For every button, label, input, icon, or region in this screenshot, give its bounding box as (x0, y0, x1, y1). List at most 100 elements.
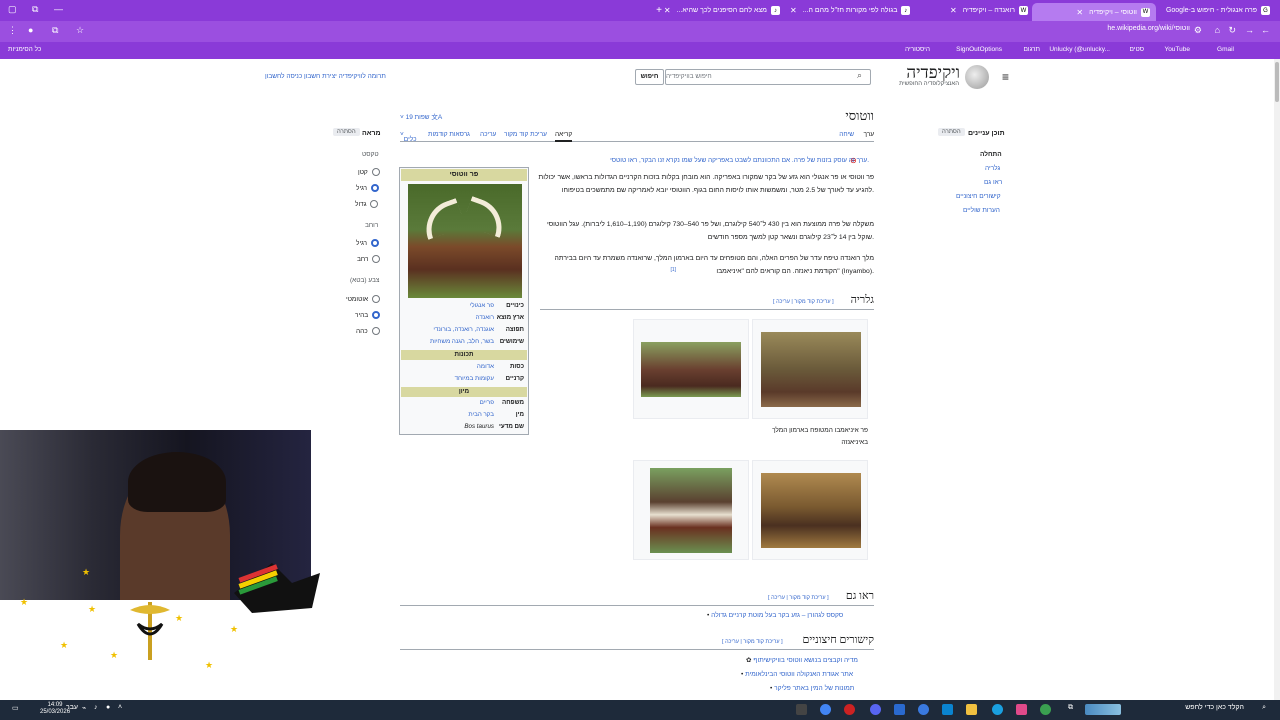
infobox-image[interactable] (408, 184, 522, 298)
infobox-value[interactable]: אוגנדה, רואנדה, בורונדי (433, 326, 494, 333)
personal-links[interactable]: תרומה לוויקיפדיה יצירת חשבון כניסה לחשבו… (265, 73, 386, 80)
toc-item-gallery[interactable]: גלריה (985, 165, 1000, 172)
infobox-value[interactable]: פריים (480, 399, 494, 406)
chrome-icon[interactable] (820, 704, 831, 715)
close-icon[interactable]: ✕ (664, 6, 671, 15)
minimize-icon[interactable]: — (54, 4, 63, 14)
bookmark-unlucky[interactable]: Unlucky (@unlucky... (1049, 46, 1110, 53)
width-wide[interactable]: רחב (357, 255, 381, 263)
app-icon[interactable] (1016, 704, 1027, 715)
width-standard[interactable]: רגיל (356, 239, 380, 247)
back-icon[interactable]: ← (1261, 25, 1270, 35)
main-menu-icon[interactable]: ≡ (1002, 70, 1009, 84)
close-icon[interactable]: ✕ (950, 6, 957, 15)
scrollbar-thumb[interactable] (1275, 62, 1279, 102)
toc-hide-button[interactable]: הסתרה (938, 128, 965, 136)
app-icon[interactable] (918, 704, 929, 715)
tab-tiktok-2[interactable]: ♪ מצא לחם הסיפנים לכך שהיא... ✕ (662, 3, 780, 18)
text-size-small[interactable]: קטן (358, 168, 380, 176)
bookmark-translate[interactable]: תרגום (1024, 46, 1041, 53)
infobox-value[interactable]: רואנדה (476, 314, 494, 321)
mic-icon[interactable]: ● (106, 704, 110, 711)
external-link[interactable]: אתר אגודת האנקולה ווטוסי הבינלאומית (745, 671, 853, 678)
bookmark-youtube[interactable]: YouTube (1164, 46, 1190, 53)
infobox-value[interactable]: אדומה (477, 363, 494, 370)
external-link[interactable]: מדיה וקבצים בנושא ווטוסי בוויקישיתוף (753, 657, 858, 664)
see-also-edit-links[interactable]: [ עריכת קוד מקור | עריכה ] (768, 595, 829, 601)
search-button[interactable]: חיפוש (635, 69, 664, 85)
infobox-value[interactable]: עקומות במיוחד (455, 375, 494, 382)
discord-icon[interactable] (870, 704, 881, 715)
network-icon[interactable]: ⌁ (82, 704, 86, 712)
gallery-image[interactable] (761, 332, 861, 407)
tab-watusi-active[interactable]: W ווטוסי – ויקיפדיה ✕ (1032, 3, 1156, 21)
input-language[interactable]: עבר (66, 704, 78, 711)
star-icon[interactable]: ☆ (76, 25, 84, 36)
tab-google-search[interactable]: G פרה אנגולית - חיפוש ב-Google (1166, 3, 1270, 18)
bookmark-gmail[interactable]: Gmail (1217, 46, 1234, 53)
gallery-edit-links[interactable]: [ עריכת קוד מקור | עריכה ] (773, 299, 834, 305)
color-light[interactable]: בהיר (355, 311, 381, 319)
tab-talk[interactable]: שיחה (839, 131, 854, 138)
extensions-icon[interactable]: ⧉ (52, 25, 58, 36)
new-tab-button[interactable]: + (656, 3, 662, 18)
text-size-standard[interactable]: רגיל (356, 184, 380, 192)
color-automatic[interactable]: אוטומטי (346, 295, 381, 303)
file-explorer-icon[interactable] (966, 704, 977, 715)
wikipedia-globe-logo[interactable] (965, 65, 989, 89)
tab-tools[interactable]: ˅ כלים (400, 131, 417, 143)
hatnote[interactable]: ערך זה עוסק בזנות של פרה. אם התכוונתם לש… (610, 157, 869, 164)
app-icon[interactable] (796, 704, 807, 715)
bookmark-signout[interactable]: SignOutOptions (956, 46, 1002, 53)
search-thumbnail[interactable] (1085, 704, 1121, 715)
url-field[interactable]: he.wikipedia.org/wiki/ווטוסי (1107, 25, 1190, 32)
tab-edit[interactable]: עריכה (480, 131, 496, 138)
home-icon[interactable]: ⌂ (1215, 25, 1220, 35)
site-name[interactable]: ויקיפדיה (906, 63, 960, 83)
tab-article[interactable]: ערך (863, 131, 874, 138)
bookmark-sets[interactable]: סטים (1130, 46, 1144, 53)
infobox-value[interactable]: פר אנגולי (470, 302, 494, 309)
bookmark-all[interactable]: כל הסימניות (8, 46, 41, 53)
toc-item-start[interactable]: התחלה (980, 151, 1002, 158)
gallery-image[interactable] (641, 342, 741, 397)
window-menu-icon[interactable]: ▢ (8, 4, 17, 15)
opera-icon[interactable] (844, 704, 855, 715)
volume-icon[interactable]: ♪ (94, 704, 98, 711)
tab-history[interactable]: גרסאות קודמות (428, 131, 470, 138)
tray-expand-icon[interactable]: ˄ (118, 704, 122, 711)
store-icon[interactable] (942, 704, 953, 715)
scrollbar[interactable] (1274, 59, 1280, 700)
infobox-value[interactable]: בשר, חלב, הגנה משחיות (430, 338, 494, 345)
task-view-icon[interactable]: ⧉ (1068, 704, 1073, 712)
notifications-icon[interactable]: ▭ (12, 704, 19, 712)
edge-icon[interactable] (992, 704, 1003, 715)
reload-icon[interactable]: ↻ (1228, 25, 1236, 36)
close-icon[interactable]: ✕ (1076, 8, 1083, 17)
gallery-image[interactable] (650, 468, 732, 553)
site-settings-icon[interactable]: ⚙ (1194, 25, 1202, 36)
external-edit-links[interactable]: [ עריכת קוד מקור | עריכה ] (722, 639, 783, 645)
text-size-large[interactable]: גדול (355, 200, 379, 208)
search-icon[interactable]: ⌕ (1262, 704, 1266, 712)
tab-read[interactable]: קריאה (555, 131, 573, 142)
see-also-link[interactable]: סקסס לגהורן – גזע בקר בעל מוטת קרניים גד… (711, 612, 843, 619)
forward-icon[interactable]: → (1245, 25, 1254, 35)
taskbar-search[interactable]: הקלד כאן כדי לחפש (1185, 704, 1244, 711)
color-dark[interactable]: כהה (356, 327, 380, 335)
close-icon[interactable]: ✕ (790, 6, 797, 15)
external-link[interactable]: תמונות של המין באתר פליקר (774, 685, 854, 692)
bookmark-history[interactable]: היסטוריה (905, 46, 930, 53)
tab-edit-source[interactable]: עריכת קוד מקור (504, 131, 547, 138)
language-button[interactable]: ˅ 19 שפות 文A (400, 111, 442, 121)
restore-icon[interactable]: ⧉ (32, 4, 38, 15)
appearance-hide-button[interactable]: הסתרה (333, 128, 360, 136)
search-input[interactable]: חיפוש בוויקיפדיה (665, 69, 871, 85)
gallery-image[interactable] (761, 473, 861, 548)
toc-item-footnotes[interactable]: הערות שוליים (963, 207, 1000, 214)
tab-rwanda[interactable]: W רואנדה – ויקיפדיה ✕ (920, 3, 1028, 18)
toc-item-see-also[interactable]: ראו גם (984, 179, 1002, 186)
profile-icon[interactable]: ● (28, 25, 33, 35)
tab-tiktok-1[interactable]: ♪ בגולה לפי מקורות חז"ל מהם ה... ✕ (790, 3, 910, 18)
menu-dots-icon[interactable]: ⋮ (8, 25, 17, 36)
